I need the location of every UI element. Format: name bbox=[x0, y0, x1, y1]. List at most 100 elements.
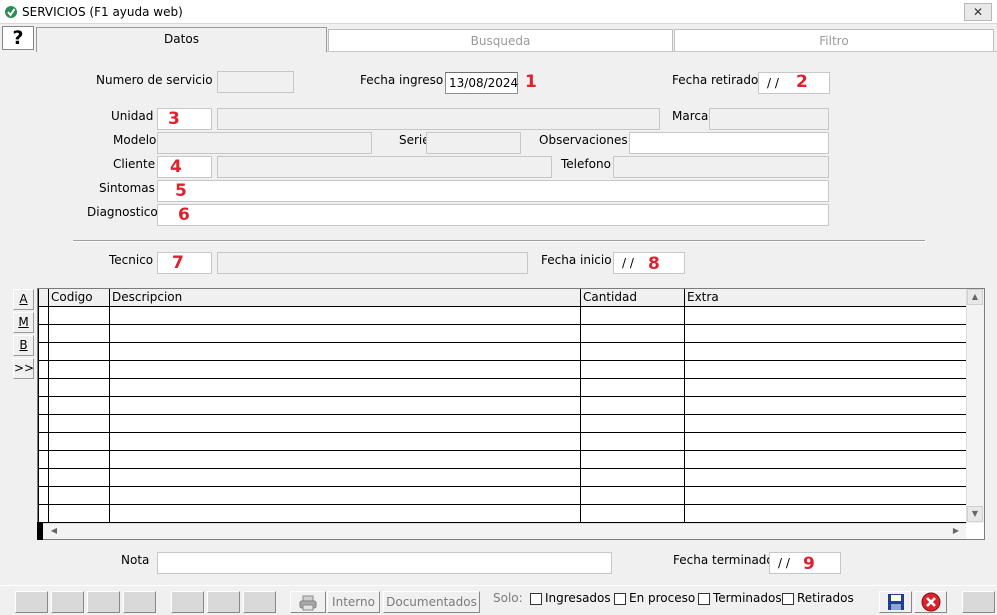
delete-record-button[interactable] bbox=[243, 591, 276, 613]
marca-field[interactable] bbox=[709, 108, 829, 130]
add-row-button[interactable]: A bbox=[13, 289, 34, 310]
table-cell[interactable] bbox=[684, 431, 967, 451]
table-cell[interactable] bbox=[109, 395, 581, 415]
table-cell[interactable] bbox=[580, 305, 685, 325]
table-cell[interactable] bbox=[48, 305, 110, 325]
table-cell[interactable] bbox=[48, 431, 110, 451]
table-row[interactable] bbox=[38, 449, 967, 469]
horizontal-scrollbar[interactable]: ◀ ▶ bbox=[38, 523, 966, 539]
table-cell[interactable] bbox=[580, 323, 685, 343]
unidad-field[interactable] bbox=[157, 108, 212, 130]
column-header-cantidad[interactable]: Cantidad bbox=[580, 289, 685, 307]
nav-prev-button[interactable] bbox=[51, 591, 84, 613]
save-button[interactable] bbox=[879, 591, 912, 613]
table-cell[interactable] bbox=[48, 395, 110, 415]
column-header-extra[interactable]: Extra bbox=[684, 289, 967, 307]
table-cell[interactable] bbox=[109, 449, 581, 469]
tab-filtro[interactable]: Filtro bbox=[674, 29, 994, 52]
row-selector[interactable] bbox=[38, 503, 49, 523]
row-selector[interactable] bbox=[38, 323, 49, 343]
nav-first-button[interactable] bbox=[15, 591, 48, 613]
row-selector[interactable] bbox=[38, 485, 49, 505]
delete-row-button[interactable]: B bbox=[13, 335, 34, 356]
table-row[interactable] bbox=[38, 467, 967, 487]
table-cell[interactable] bbox=[48, 503, 110, 523]
row-selector[interactable] bbox=[38, 413, 49, 433]
table-row[interactable] bbox=[38, 305, 967, 325]
nota-field[interactable] bbox=[157, 552, 612, 574]
table-row[interactable] bbox=[38, 485, 967, 505]
table-cell[interactable] bbox=[580, 341, 685, 361]
modify-row-button[interactable]: M bbox=[13, 312, 34, 333]
table-row[interactable] bbox=[38, 503, 967, 523]
observaciones-field[interactable] bbox=[629, 132, 829, 154]
table-cell[interactable] bbox=[684, 305, 967, 325]
table-cell[interactable] bbox=[109, 377, 581, 397]
table-cell[interactable] bbox=[48, 359, 110, 379]
table-row[interactable] bbox=[38, 377, 967, 397]
table-cell[interactable] bbox=[684, 467, 967, 487]
table-cell[interactable] bbox=[109, 305, 581, 325]
table-cell[interactable] bbox=[48, 449, 110, 469]
interno-button[interactable]: Interno bbox=[327, 591, 380, 613]
print-button[interactable] bbox=[290, 591, 326, 613]
modelo-field[interactable] bbox=[157, 132, 372, 154]
table-cell[interactable] bbox=[48, 413, 110, 433]
table-row[interactable] bbox=[38, 413, 967, 433]
row-selector[interactable] bbox=[38, 377, 49, 397]
table-cell[interactable] bbox=[684, 485, 967, 505]
table-cell[interactable] bbox=[684, 341, 967, 361]
table-cell[interactable] bbox=[580, 503, 685, 523]
cancel-button[interactable] bbox=[914, 591, 947, 613]
tab-busqueda[interactable]: Busqueda bbox=[328, 29, 673, 52]
items-grid[interactable]: Codigo Descripcion Cantidad Extra ▲ ▼ ◀ … bbox=[37, 288, 985, 540]
table-row[interactable] bbox=[38, 341, 967, 361]
close-button[interactable]: ✕ bbox=[964, 3, 992, 21]
row-selector[interactable] bbox=[38, 359, 49, 379]
terminados-checkbox[interactable] bbox=[698, 593, 710, 605]
terminados-label[interactable]: Terminados bbox=[713, 591, 782, 605]
tab-datos[interactable]: Datos bbox=[36, 27, 327, 52]
cliente-name-field[interactable] bbox=[217, 156, 552, 178]
table-cell[interactable] bbox=[109, 503, 581, 523]
table-cell[interactable] bbox=[109, 485, 581, 505]
ingresados-label[interactable]: Ingresados bbox=[545, 591, 611, 605]
table-cell[interactable] bbox=[684, 377, 967, 397]
nav-next-button[interactable] bbox=[87, 591, 120, 613]
table-row[interactable] bbox=[38, 323, 967, 343]
column-header-descripcion[interactable]: Descripcion bbox=[109, 289, 581, 307]
table-cell[interactable] bbox=[580, 413, 685, 433]
row-selector[interactable] bbox=[38, 449, 49, 469]
row-selector[interactable] bbox=[38, 467, 49, 487]
table-cell[interactable] bbox=[684, 323, 967, 343]
table-cell[interactable] bbox=[48, 467, 110, 487]
table-cell[interactable] bbox=[580, 377, 685, 397]
sintomas-field[interactable] bbox=[157, 180, 829, 202]
scroll-down-icon[interactable]: ▼ bbox=[967, 506, 983, 522]
scroll-up-icon[interactable]: ▲ bbox=[967, 289, 983, 305]
table-cell[interactable] bbox=[109, 341, 581, 361]
table-cell[interactable] bbox=[580, 449, 685, 469]
table-cell[interactable] bbox=[580, 395, 685, 415]
row-selector[interactable] bbox=[38, 341, 49, 361]
table-cell[interactable] bbox=[48, 485, 110, 505]
table-cell[interactable] bbox=[109, 467, 581, 487]
ingresados-checkbox[interactable] bbox=[530, 593, 542, 605]
table-cell[interactable] bbox=[109, 359, 581, 379]
tecnico-field[interactable] bbox=[157, 252, 212, 274]
table-row[interactable] bbox=[38, 359, 967, 379]
retirados-checkbox[interactable] bbox=[782, 593, 794, 605]
telefono-field[interactable] bbox=[613, 156, 829, 178]
en-proceso-label[interactable]: En proceso bbox=[629, 591, 695, 605]
scroll-left-icon[interactable]: ◀ bbox=[46, 524, 62, 539]
table-cell[interactable] bbox=[48, 377, 110, 397]
en-proceso-checkbox[interactable] bbox=[614, 593, 626, 605]
unidad-description-field[interactable] bbox=[217, 108, 660, 130]
retirados-label[interactable]: Retirados bbox=[797, 591, 854, 605]
row-selector[interactable] bbox=[38, 305, 49, 325]
table-cell[interactable] bbox=[580, 431, 685, 451]
table-cell[interactable] bbox=[109, 413, 581, 433]
help-button[interactable]: ? bbox=[2, 26, 34, 50]
table-cell[interactable] bbox=[684, 449, 967, 469]
numero-servicio-field[interactable] bbox=[217, 71, 294, 93]
